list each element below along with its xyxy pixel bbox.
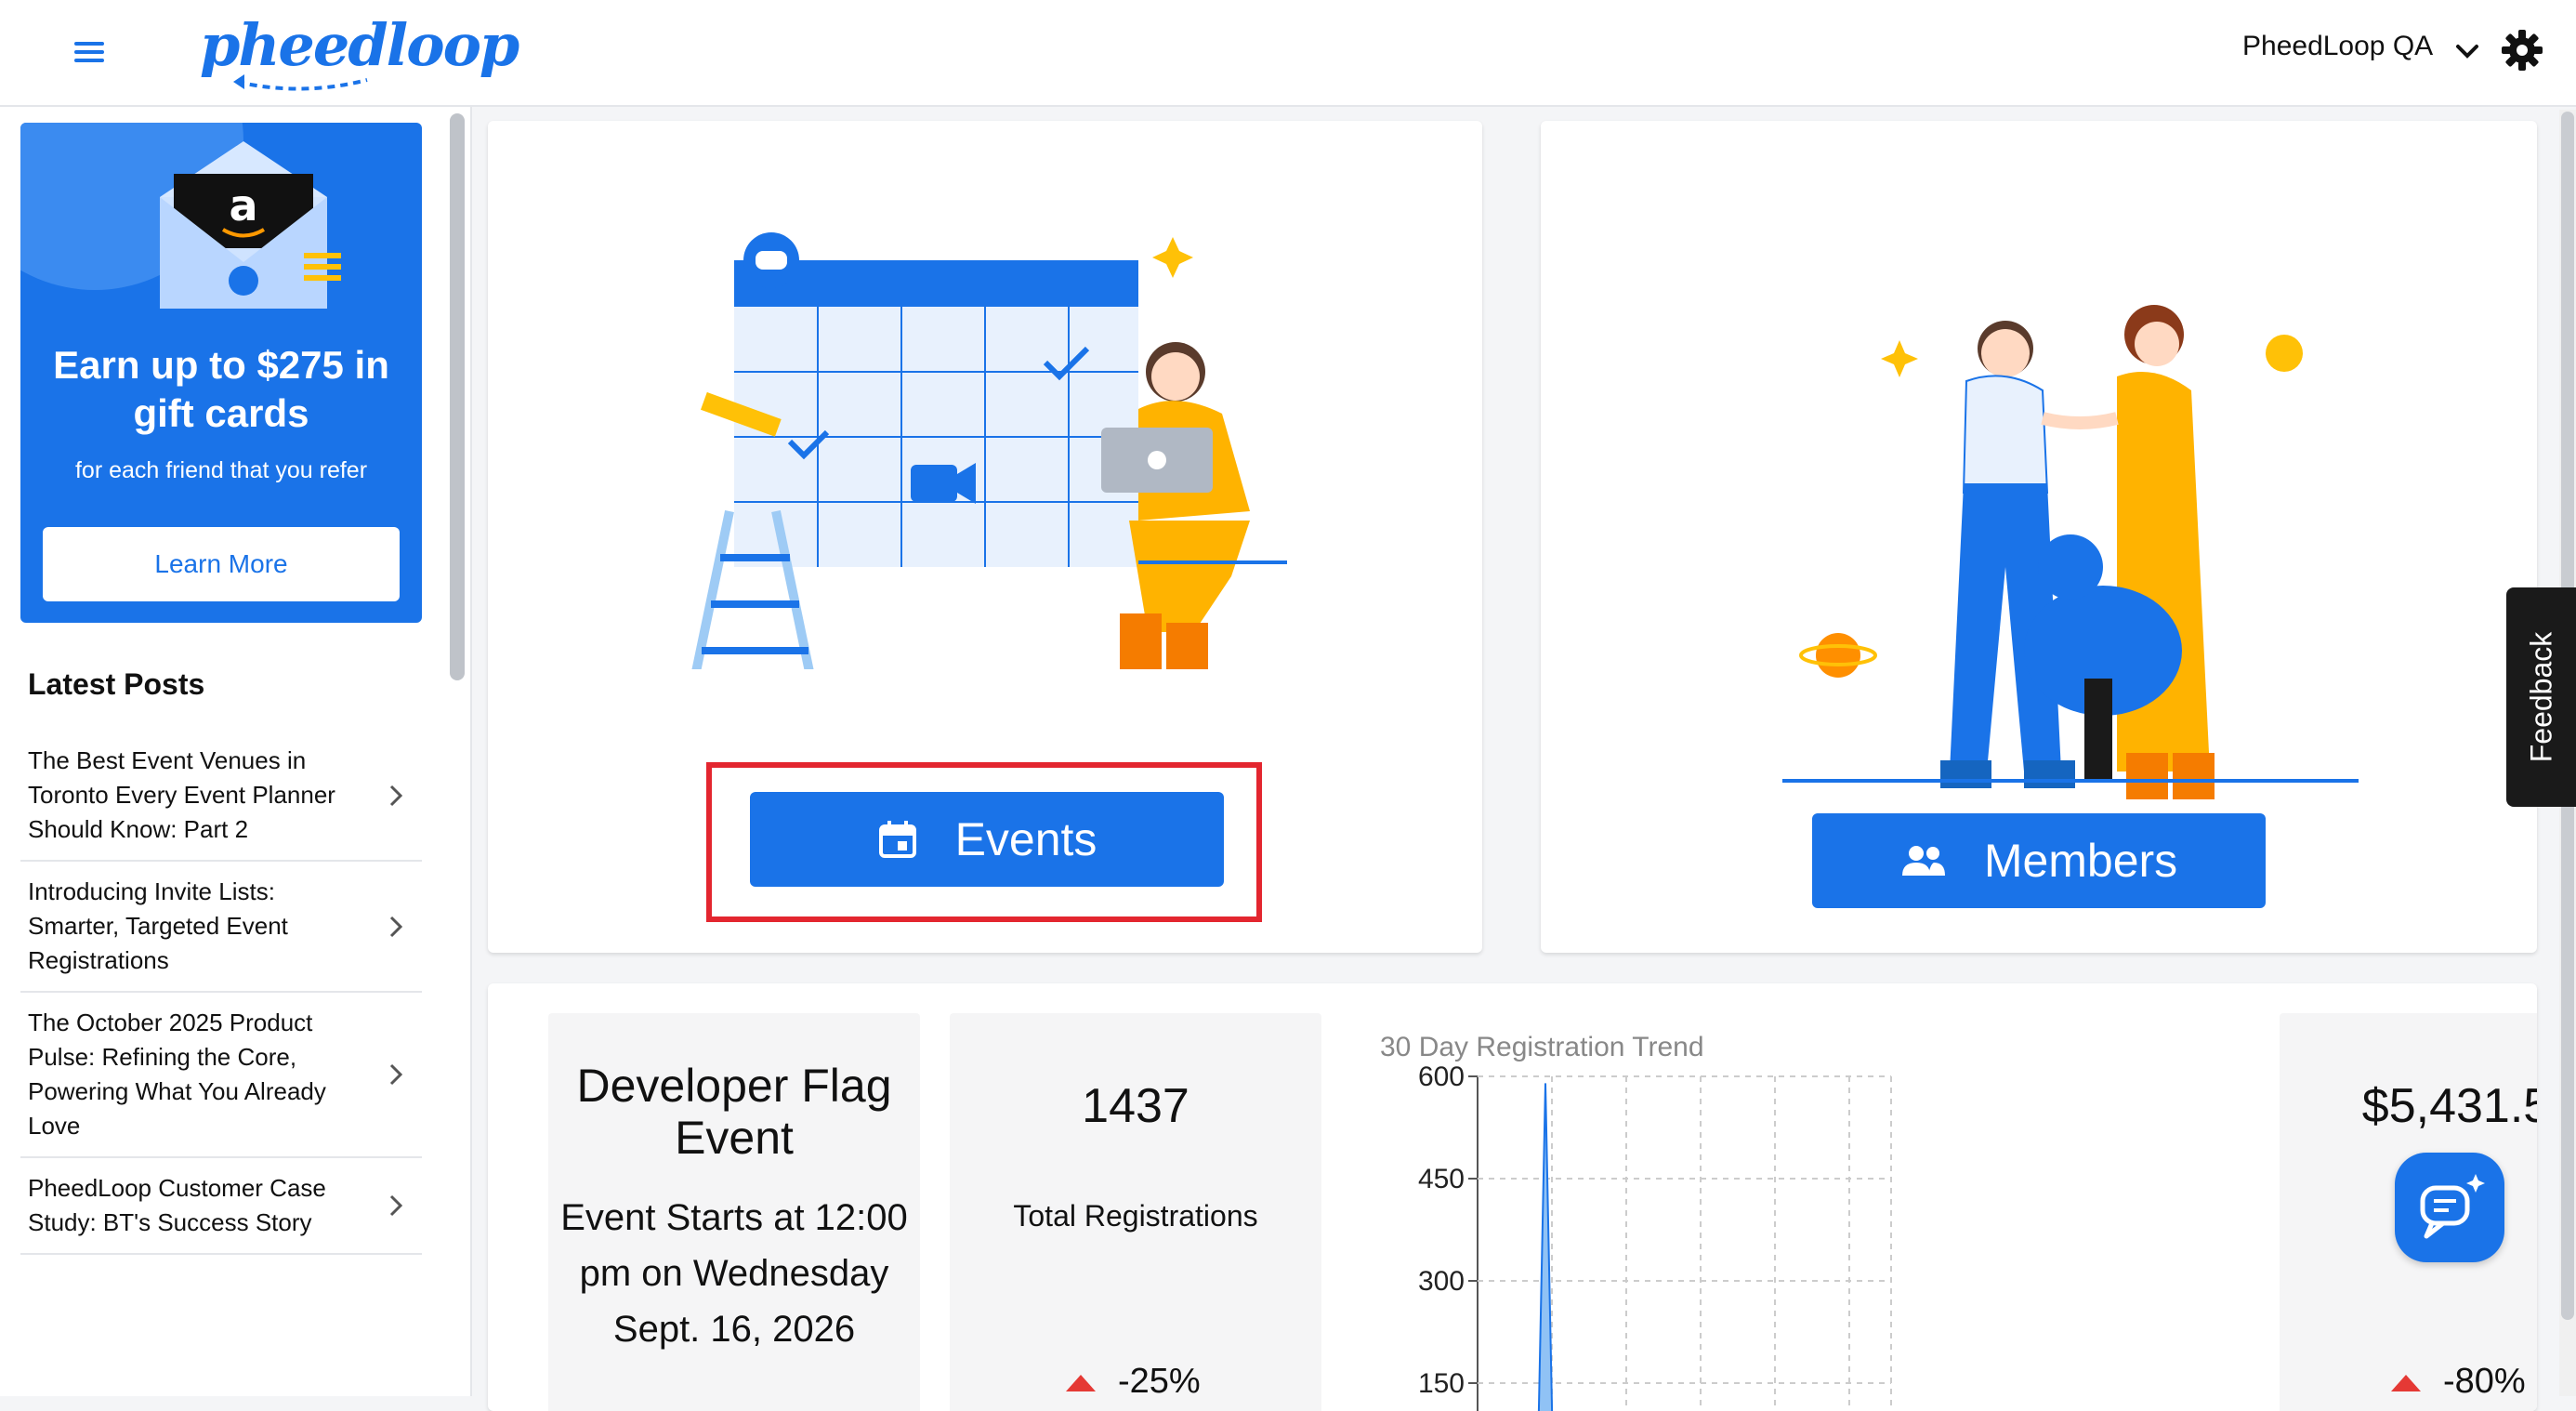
promo-title: Earn up to $275 in gift cards — [53, 343, 389, 435]
y-tick-label: 600 — [1418, 1062, 1465, 1092]
promo-subtitle: for each friend that you refer — [74, 457, 368, 483]
revenue-trend-value: -80% — [2443, 1362, 2526, 1401]
post-item[interactable]: The October 2025 Product Pulse: Refining… — [20, 993, 422, 1158]
post-title: Introducing Invite Lists: Smarter, Targe… — [28, 877, 288, 974]
events-illustration — [691, 232, 1287, 669]
registrations-box: 1437 Total Registrations -25% — [950, 1013, 1321, 1411]
people-icon — [1901, 846, 1945, 876]
menu-icon[interactable] — [74, 37, 104, 65]
chat-launcher-button[interactable] — [2395, 1153, 2504, 1262]
chevron-right-icon — [389, 1063, 403, 1086]
latest-posts-heading: Latest Posts — [28, 667, 205, 701]
pheedloop-logo[interactable]: pheedloop — [200, 7, 519, 91]
series-area — [1537, 1083, 1554, 1411]
chevron-right-icon — [389, 785, 403, 806]
registrations-label: Total Registrations — [1013, 1199, 1258, 1233]
chart-title: 30 Day Registration Trend — [1380, 1032, 1704, 1062]
post-title: The Best Event Venues in Toronto Every E… — [28, 746, 335, 843]
gear-icon[interactable] — [2500, 28, 2544, 73]
gift-envelope-icon: a — [160, 141, 341, 309]
learn-more-button[interactable]: Learn More — [43, 527, 400, 601]
trend-down-icon — [2391, 1374, 2421, 1391]
envelope-letter: a — [229, 180, 257, 231]
registration-trend-chart: 600 450 300 150 — [1418, 1062, 1892, 1411]
feedback-tab[interactable]: Feedback — [2506, 587, 2576, 807]
feedback-label: Feedback — [2524, 631, 2557, 763]
referral-promo-card: a Earn up to $275 in gift cards for each… — [20, 123, 422, 623]
event-name: Developer Flag Event — [576, 1060, 892, 1164]
trend-down-icon — [1066, 1374, 1096, 1391]
events-highlight-box — [706, 762, 1262, 922]
members-button[interactable]: Members — [1812, 813, 2266, 908]
post-title: PheedLoop Customer Case Study: BT's Succ… — [28, 1174, 326, 1236]
revenue-value: $5,431.5 — [2361, 1079, 2537, 1133]
registrations-value: 1437 — [1082, 1079, 1189, 1133]
members-card: Members — [1541, 121, 2537, 953]
chat-icon — [2420, 1174, 2485, 1239]
registrations-trend-value: -25% — [1118, 1362, 1201, 1401]
organization-name[interactable]: PheedLoop QA — [2242, 31, 2433, 62]
chevron-right-icon — [389, 916, 403, 937]
post-title: The October 2025 Product Pulse: Refining… — [28, 1009, 326, 1140]
logo-underline-icon — [233, 74, 368, 91]
event-start-text: Event Starts at 12:00 pm on Wednesday Se… — [560, 1197, 908, 1350]
latest-posts-list: The Best Event Venues in Toronto Every E… — [20, 731, 422, 1255]
chevron-right-icon — [389, 1194, 403, 1217]
y-tick-label: 150 — [1418, 1368, 1465, 1399]
event-stats-panel: Developer Flag Event Event Starts at 12:… — [488, 983, 2537, 1411]
post-item[interactable]: Introducing Invite Lists: Smarter, Targe… — [20, 862, 422, 993]
y-tick-label: 450 — [1418, 1164, 1465, 1194]
sidebar-scrollbar[interactable] — [450, 113, 465, 680]
members-illustration — [1782, 305, 2359, 799]
top-bar: pheedloop PheedLoop QA — [0, 0, 2576, 107]
post-item[interactable]: PheedLoop Customer Case Study: BT's Succ… — [20, 1158, 422, 1255]
chevron-down-icon[interactable] — [2451, 34, 2484, 68]
post-item[interactable]: The Best Event Venues in Toronto Every E… — [20, 731, 422, 862]
members-button-label: Members — [1983, 835, 2178, 887]
event-summary-box[interactable]: Developer Flag Event Event Starts at 12:… — [548, 1013, 920, 1411]
y-tick-label: 300 — [1418, 1266, 1465, 1297]
